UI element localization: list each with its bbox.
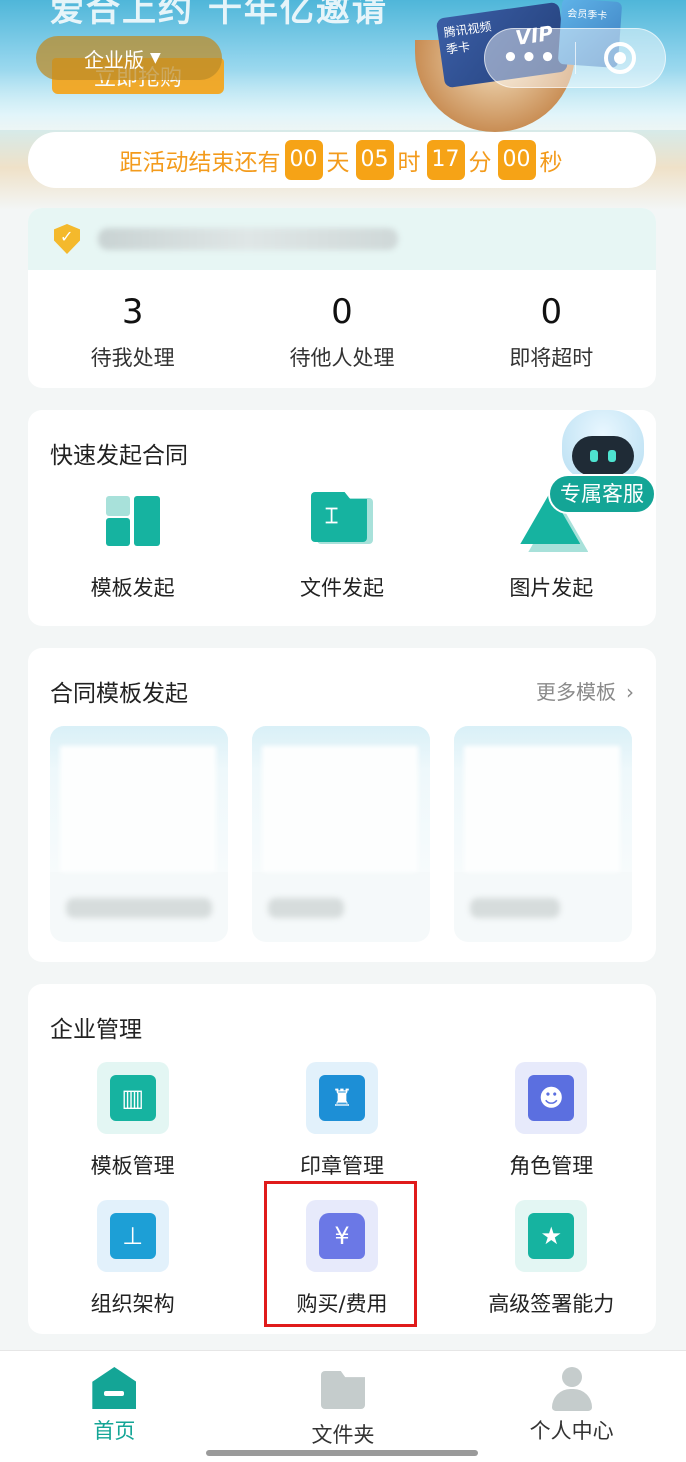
season-card-label: 会员季卡 xyxy=(566,8,608,23)
more-dots-icon[interactable]: ••• xyxy=(485,43,575,73)
countdown-hours: 05 xyxy=(355,140,394,180)
template-manage-icon: ▥ xyxy=(109,1075,156,1121)
vip-card-brand: 腾讯视频 xyxy=(442,19,493,40)
file-icon: ⌶ xyxy=(307,490,377,550)
template-card[interactable] xyxy=(252,726,430,942)
template-name-blurred xyxy=(66,898,212,918)
robot-face xyxy=(572,436,634,476)
seal-manage-item[interactable]: ♜ 印章管理 xyxy=(237,1062,446,1200)
template-card[interactable] xyxy=(50,726,228,942)
template-manage-item[interactable]: ▥ 模板管理 xyxy=(28,1062,237,1200)
tab-label: 个人中心 xyxy=(529,1419,614,1443)
person-icon xyxy=(550,1367,594,1411)
quick-item-label: 图片发起 xyxy=(509,576,594,600)
countdown-days: 00 xyxy=(284,140,323,180)
quick-item-label: 模板发起 xyxy=(90,576,175,600)
stat-label: 待我处理 xyxy=(90,346,175,370)
seal-icon: ♜ xyxy=(318,1075,365,1121)
more-templates-link[interactable]: 更多模板 › xyxy=(536,676,634,705)
management-item-label: 角色管理 xyxy=(509,1154,594,1178)
stat-pending-others[interactable]: 0 待他人处理 xyxy=(237,292,446,372)
template-preview xyxy=(262,746,418,872)
stat-label: 待他人处理 xyxy=(289,346,395,370)
quick-item-label: 文件发起 xyxy=(299,576,384,600)
stat-near-timeout[interactable]: 0 即将超时 xyxy=(447,292,656,372)
robot-eye-right xyxy=(608,450,616,462)
edition-label: 企业版 xyxy=(84,47,144,72)
bottom-tab-bar: 首页 文件夹 个人中心 xyxy=(0,1350,686,1462)
home-indicator xyxy=(206,1450,478,1456)
countdown-minutes-unit: 分 xyxy=(468,150,492,176)
close-target-icon[interactable] xyxy=(604,42,636,74)
task-stats: 3 待我处理 0 待他人处理 0 即将超时 xyxy=(28,270,656,372)
stat-pending-me[interactable]: 3 待我处理 xyxy=(28,292,237,372)
home-icon xyxy=(92,1367,137,1409)
activity-countdown: 距活动结束还有 00 天 05 时 17 分 00 秒 xyxy=(28,132,656,188)
template-icon xyxy=(98,490,168,550)
countdown-days-unit: 天 xyxy=(326,150,350,176)
task-summary-card: 3 待我处理 0 待他人处理 0 即将超时 xyxy=(28,208,656,388)
management-title: 企业管理 xyxy=(50,1017,142,1043)
management-item-label: 组织架构 xyxy=(90,1292,175,1316)
role-icon: ☻ xyxy=(528,1075,575,1121)
template-list xyxy=(50,726,632,942)
template-name-blurred xyxy=(470,898,560,918)
role-manage-item[interactable]: ☻ 角色管理 xyxy=(447,1062,656,1200)
capsule-divider xyxy=(575,42,576,74)
templates-title: 合同模板发起 xyxy=(50,681,188,707)
org-structure-item[interactable]: ⊥ 组织架构 xyxy=(28,1200,237,1334)
stat-value: 3 xyxy=(121,292,144,332)
folder-icon xyxy=(321,1371,365,1409)
quick-template-start[interactable]: 模板发起 xyxy=(28,490,237,602)
edition-switch-button[interactable]: 企业版 ▼ xyxy=(36,36,222,80)
countdown-seconds: 00 xyxy=(497,140,536,180)
management-item-label: 印章管理 xyxy=(299,1154,384,1178)
stat-value: 0 xyxy=(540,292,563,332)
countdown-prefix: 距活动结束还有 xyxy=(119,150,281,176)
customer-service-robot[interactable]: 专属客服 xyxy=(548,408,658,516)
template-preview xyxy=(60,746,216,872)
advanced-signing-item[interactable]: ★ 高级签署能力 xyxy=(447,1200,656,1334)
countdown-hours-unit: 时 xyxy=(397,150,421,176)
template-card[interactable] xyxy=(454,726,632,942)
tab-home[interactable]: 首页 xyxy=(0,1351,229,1462)
countdown-minutes: 17 xyxy=(426,140,465,180)
template-preview xyxy=(464,746,620,872)
verified-shield-icon xyxy=(54,224,80,254)
management-item-label: 模板管理 xyxy=(90,1154,175,1178)
quick-start-title: 快速发起合同 xyxy=(50,443,188,469)
banner-headline: 爱合上约 十年亿邀请 xyxy=(50,0,388,30)
service-label: 专属客服 xyxy=(548,474,656,514)
stat-value: 0 xyxy=(331,292,353,332)
robot-eye-left xyxy=(590,450,598,462)
caret-down-icon: ▼ xyxy=(150,50,161,66)
org-icon: ⊥ xyxy=(109,1213,156,1259)
tab-profile[interactable]: 个人中心 xyxy=(457,1351,686,1462)
contract-templates-card: 合同模板发起 更多模板 › xyxy=(28,648,656,962)
miniprogram-capsule: ••• xyxy=(484,28,666,88)
stat-label: 即将超时 xyxy=(509,346,594,370)
tab-label: 首页 xyxy=(93,1419,136,1443)
company-name-blurred xyxy=(98,228,398,250)
management-item-label: 高级签署能力 xyxy=(488,1292,615,1316)
company-header[interactable] xyxy=(28,208,656,270)
tab-label: 文件夹 xyxy=(311,1423,375,1447)
tab-folder[interactable]: 文件夹 xyxy=(229,1351,458,1462)
countdown-seconds-unit: 秒 xyxy=(539,150,563,176)
more-templates-label: 更多模板 xyxy=(536,680,616,704)
quick-file-start[interactable]: ⌶ 文件发起 xyxy=(237,490,446,602)
star-icon: ★ xyxy=(528,1213,575,1259)
chevron-right-icon: › xyxy=(626,680,634,704)
template-name-blurred xyxy=(268,898,344,918)
highlight-box xyxy=(264,1181,417,1327)
vip-card-season: 季卡 xyxy=(445,39,471,57)
